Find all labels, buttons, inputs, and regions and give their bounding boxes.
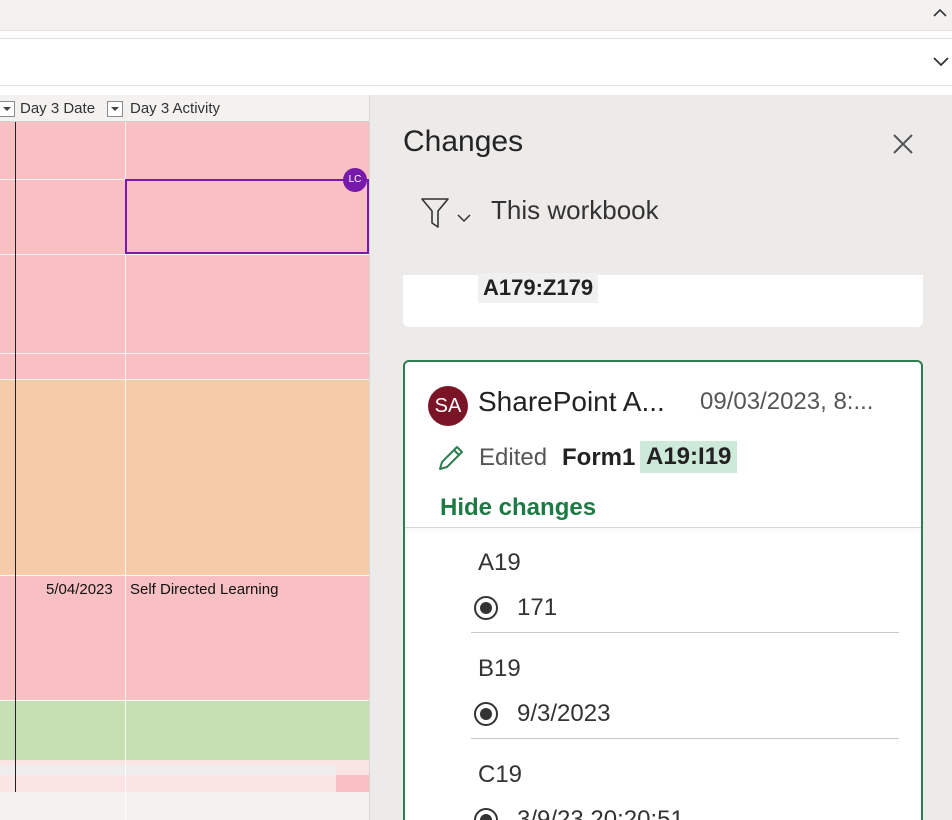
pane-title: Changes [403, 125, 524, 158]
gridline [0, 379, 369, 380]
row-band-orange [0, 379, 369, 575]
scope-label[interactable]: This workbook [491, 195, 659, 226]
cell-day3-activity[interactable]: Self Directed Learning [130, 581, 278, 598]
frozen-pane-line [15, 121, 16, 792]
changed-cell-value: 9/3/2023 [517, 700, 611, 727]
selected-cell[interactable] [125, 179, 369, 254]
coauthor-presence-badge: LC [343, 168, 367, 192]
filter-dropdown-button[interactable] [0, 101, 15, 117]
gridline [0, 575, 369, 576]
avatar: SA [428, 386, 468, 426]
divider [471, 632, 899, 633]
action-label: Edited [479, 444, 548, 471]
filter-icon[interactable] [420, 195, 472, 231]
cell-day3-date[interactable]: 5/04/2023 [46, 581, 113, 598]
divider [405, 527, 921, 528]
column-header-day3-date[interactable]: Day 3 Date [20, 100, 95, 117]
gridline [0, 353, 369, 354]
radio-selected-icon[interactable] [473, 595, 499, 621]
chevron-down-icon[interactable] [930, 49, 952, 73]
formula-bar[interactable] [0, 38, 952, 86]
sheet-bottom-strip [0, 792, 369, 820]
hide-changes-link[interactable]: Hide changes [440, 494, 596, 522]
filter-dropdown-button[interactable] [107, 101, 123, 117]
sheet-name: Form1 [562, 444, 636, 471]
column-header-day3-activity[interactable]: Day 3 Activity [130, 100, 220, 117]
divider [471, 738, 899, 739]
changes-pane: Changes This workbook A179:Z179 SA Share… [369, 95, 952, 820]
range-chip[interactable]: A19:I19 [640, 441, 738, 473]
changed-cell-ref[interactable]: B19 [478, 655, 521, 683]
changed-cell-ref[interactable]: C19 [478, 761, 522, 789]
row-band-green [0, 700, 369, 760]
timestamp: 09/03/2023, 8:... [700, 388, 874, 415]
horizontal-scrollbar[interactable] [0, 765, 336, 775]
radio-selected-icon[interactable] [473, 807, 499, 820]
row-band-pink-3 [336, 775, 369, 792]
range-chip[interactable]: A179:Z179 [478, 273, 599, 303]
column-headers: Day 3 Date Day 3 Activity [0, 95, 369, 122]
gridline [0, 254, 369, 255]
radio-selected-icon[interactable] [473, 701, 499, 727]
change-card-selected[interactable]: SA SharePoint A... 09/03/2023, 8:... Edi… [403, 360, 923, 820]
ribbon-collapsed-bar [0, 0, 952, 31]
changed-cell-value: 171 [517, 594, 558, 621]
close-icon[interactable] [890, 131, 916, 157]
chevron-up-icon[interactable] [930, 2, 950, 24]
pencil-icon [435, 442, 467, 474]
spreadsheet-grid[interactable]: Day 3 Date Day 3 Activity LC 5/04/2023 S… [0, 95, 369, 820]
changed-cell-ref[interactable]: A19 [478, 549, 521, 577]
gridline [0, 700, 369, 701]
change-card-previous[interactable]: A179:Z179 [403, 273, 923, 327]
changed-cell-value: 3/9/23 20:20:51 [517, 806, 684, 820]
author-name: SharePoint A... [478, 386, 665, 417]
